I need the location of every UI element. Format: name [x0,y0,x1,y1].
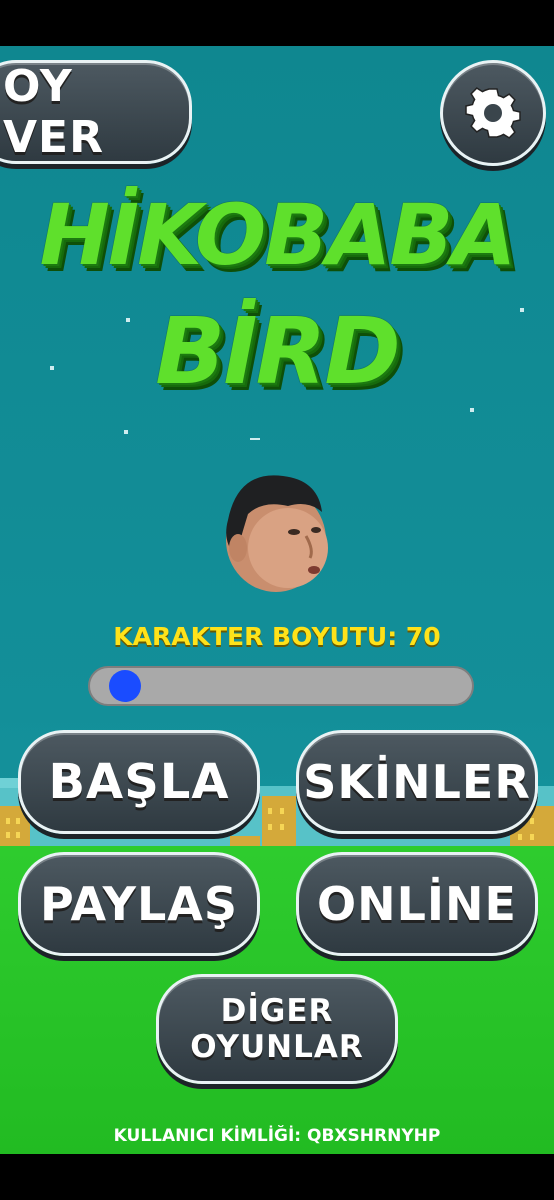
other-games-label-line1: DİGER [220,993,334,1029]
game-title-line1: HİKOBABA [39,186,517,284]
size-slider-thumb[interactable] [109,670,142,702]
game-screen: OY VER HİKOBABA BİRD KARAKTER BOYUTU: 70… [0,46,554,1154]
vote-button[interactable]: OY VER [0,60,192,164]
settings-button[interactable] [440,60,546,166]
star [250,438,260,440]
online-button-label: ONLİNE [317,877,517,931]
navigation-bar [0,1154,554,1200]
online-button[interactable]: ONLİNE [296,852,538,956]
character-face [226,475,328,592]
status-bar [0,0,554,46]
user-id-text: KULLANICI KİMLİĞİ: QBXSHRNYHP [113,1126,441,1146]
skins-button[interactable]: SKİNLER [296,730,538,834]
vote-button-label: OY VER [3,61,104,163]
start-button[interactable]: BAŞLA [18,730,260,834]
character-size-label: KARAKTER BOYUTU: 70 [113,622,441,651]
star [470,408,474,412]
other-games-label-line2: OYUNLAR [190,1029,364,1065]
share-button[interactable]: PAYLAŞ [18,852,260,956]
size-slider[interactable] [88,666,474,706]
share-button-label: PAYLAŞ [39,877,239,931]
other-games-button[interactable]: DİGER OYUNLAR [156,974,398,1084]
skins-button-label: SKİNLER [303,755,531,809]
start-button-label: BAŞLA [48,754,230,810]
star [124,430,128,434]
game-title-line2: BİRD [155,298,401,405]
gear-icon [465,87,521,139]
